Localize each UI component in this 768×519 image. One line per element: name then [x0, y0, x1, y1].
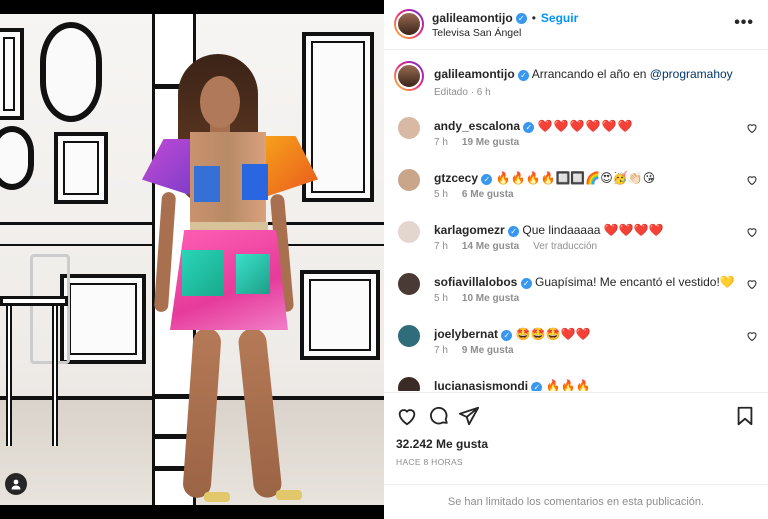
comment-text: Guapísima! Me encantó el vestido!💛 — [535, 275, 734, 289]
instagram-post-modal: galileamontijo ✓ • Seguir Televisa San Á… — [0, 0, 768, 519]
comment-row: sofiavillalobos ✓ Guapísima! Me encantó … — [384, 269, 768, 317]
arm — [153, 191, 177, 313]
commenter-avatar[interactable] — [396, 375, 422, 391]
verified-badge-icon: ✓ — [523, 122, 535, 133]
commenter-avatar[interactable] — [396, 323, 422, 349]
post-details-panel: galileamontijo ✓ • Seguir Televisa San Á… — [384, 0, 768, 519]
woman-figure — [0, 14, 384, 505]
comment-age: 7 h — [434, 241, 448, 252]
comment-username[interactable]: joelybernat — [434, 327, 498, 341]
caption-mention[interactable]: @programahoy — [650, 67, 733, 81]
post-timestamp[interactable]: HACE 8 HORAS — [396, 457, 463, 467]
dress-pocket — [236, 254, 270, 294]
comment-text: 🔥🔥🔥🔥🔲🔲🌈😍🥳👏🏻😘 — [495, 171, 656, 185]
comment-age: 7 h — [434, 137, 448, 148]
comment-row: lucianasismondi ✓ 🔥🔥🔥 — [384, 373, 768, 391]
post-photo[interactable] — [0, 0, 384, 519]
separator-dot: • — [531, 11, 536, 25]
see-translation-link[interactable]: Ver traducción — [533, 241, 597, 252]
comment-row: joelybernat ✓ 🤩🤩🤩❤️❤️ 7 h 9 Me gusta — [384, 321, 768, 369]
commenter-avatar[interactable] — [396, 219, 422, 245]
face — [200, 76, 240, 128]
leg — [182, 327, 222, 499]
photo-scene — [0, 14, 384, 505]
comment-likes[interactable]: 19 Me gusta — [462, 137, 519, 148]
more-options-icon[interactable]: ••• — [734, 14, 754, 32]
comment-username[interactable]: lucianasismondi — [434, 379, 528, 391]
verified-badge-icon: ✓ — [501, 330, 513, 341]
dress-pocket — [182, 250, 224, 296]
dress-pocket — [242, 164, 268, 200]
comment-text: ❤️❤️❤️❤️❤️❤️ — [537, 119, 634, 133]
post-actions: 32.242 Me gusta HACE 8 HORAS — [384, 392, 768, 482]
comment-likes[interactable]: 6 Me gusta — [462, 189, 514, 200]
heart-icon[interactable] — [396, 405, 418, 427]
bookmark-icon[interactable] — [734, 405, 756, 427]
comment-row: andy_escalona ✓ ❤️❤️❤️❤️❤️❤️ 7 h 19 Me g… — [384, 113, 768, 161]
comment-likes[interactable]: 10 Me gusta — [462, 293, 519, 304]
heart-icon[interactable] — [746, 122, 758, 134]
commenter-avatar[interactable] — [396, 271, 422, 297]
comments-list[interactable]: galileamontijo ✓ Arrancando el año en @p… — [384, 51, 768, 391]
dress-sleeve — [262, 136, 318, 198]
post-header: galileamontijo ✓ • Seguir Televisa San Á… — [384, 0, 768, 50]
caption-username[interactable]: galileamontijo — [434, 67, 515, 81]
leg — [237, 327, 283, 499]
comment-row: gtzcecy ✓ 🔥🔥🔥🔥🔲🔲🌈😍🥳👏🏻😘 5 h 6 Me gusta — [384, 165, 768, 213]
dress-sleeve — [142, 139, 196, 197]
author-avatar[interactable] — [394, 9, 424, 39]
header-user-line: galileamontijo ✓ • Seguir — [432, 11, 578, 25]
verified-badge-icon: ✓ — [520, 278, 532, 289]
comment-age: 5 h — [434, 293, 448, 304]
verified-badge-icon: ✓ — [518, 70, 530, 81]
comment-username[interactable]: sofiavillalobos — [434, 275, 517, 289]
heart-icon[interactable] — [746, 174, 758, 186]
verified-badge-icon: ✓ — [508, 226, 520, 237]
post-location[interactable]: Televisa San Ángel — [432, 27, 521, 39]
comment-icon[interactable] — [428, 405, 450, 427]
shoe — [204, 492, 230, 502]
comment-likes[interactable]: 9 Me gusta — [462, 345, 514, 356]
heart-icon[interactable] — [746, 226, 758, 238]
comment-age: 7 h — [434, 345, 448, 356]
caption-row: galileamontijo ✓ Arrancando el año en @p… — [384, 61, 768, 109]
verified-badge-icon: ✓ — [481, 174, 493, 185]
likes-count[interactable]: 32.242 Me gusta — [396, 437, 488, 451]
shoe — [276, 490, 302, 500]
caption-meta: Editado · 6 h — [434, 87, 491, 98]
commenter-avatar[interactable] — [396, 115, 422, 141]
comment-username[interactable]: karlagomezr — [434, 223, 505, 237]
comment-likes[interactable]: 14 Me gusta — [462, 241, 519, 252]
comment-age: 5 h — [434, 189, 448, 200]
commenter-avatar[interactable] — [396, 167, 422, 193]
share-icon[interactable] — [458, 405, 480, 427]
follow-button[interactable]: Seguir — [541, 11, 578, 25]
author-username[interactable]: galileamontijo — [432, 11, 513, 25]
comment-text: 🔥🔥🔥 — [545, 379, 591, 391]
verified-badge-icon: ✓ — [531, 382, 543, 391]
comment-text: 🤩🤩🤩❤️❤️ — [515, 327, 591, 341]
author-avatar[interactable] — [394, 61, 424, 91]
verified-badge-icon: ✓ — [515, 12, 527, 24]
comment-row: karlagomezr ✓ Que lindaaaaa ❤️❤️❤️❤️ 7 h… — [384, 217, 768, 265]
heart-icon[interactable] — [746, 278, 758, 290]
heart-icon[interactable] — [746, 330, 758, 342]
dress-pocket — [194, 166, 220, 202]
user-tag-icon[interactable] — [5, 473, 27, 495]
caption-text: Arrancando el año en — [531, 67, 647, 81]
comments-limited-notice: Se han limitado los comentarios en esta … — [384, 484, 768, 519]
comment-username[interactable]: gtzcecy — [434, 171, 478, 185]
comment-text: Que lindaaaaa ❤️❤️❤️❤️ — [522, 223, 664, 237]
comment-username[interactable]: andy_escalona — [434, 119, 520, 133]
